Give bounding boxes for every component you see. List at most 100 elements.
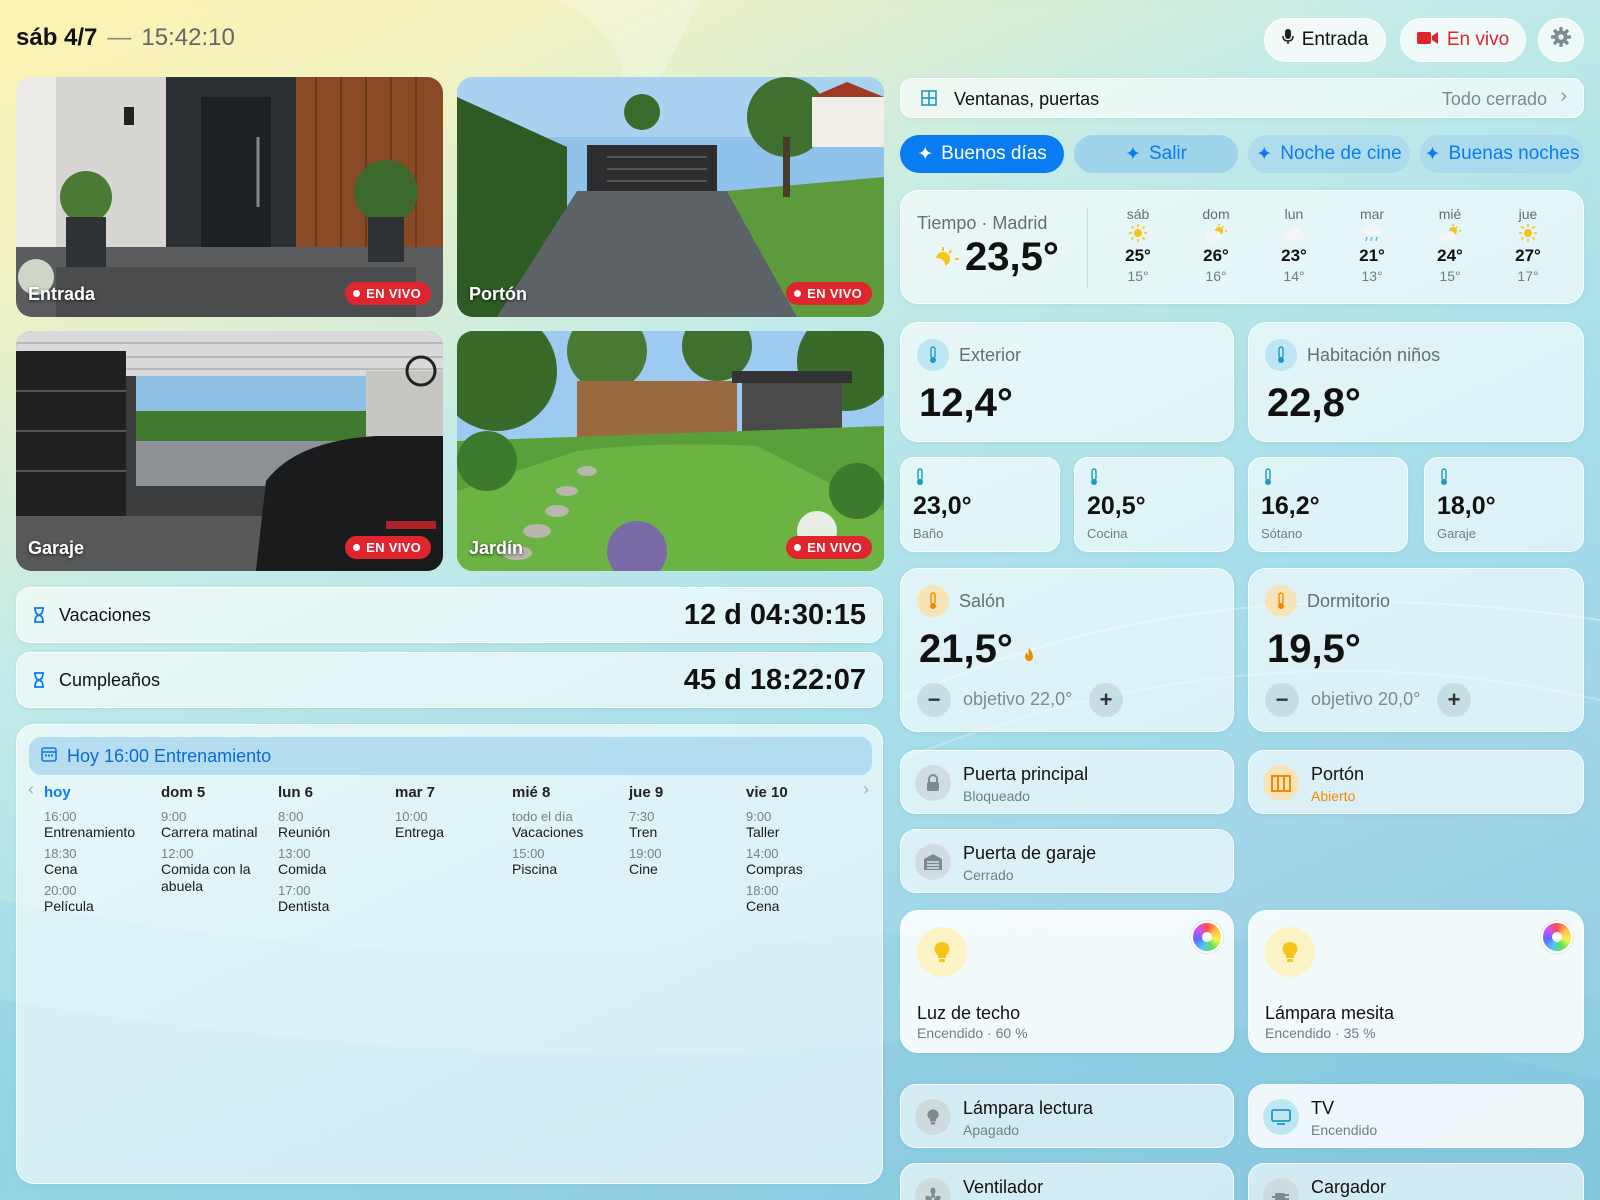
calendar-event[interactable]: 14:00 Compras <box>746 846 862 878</box>
calendar-event[interactable]: 8:00 Reunión <box>278 809 394 841</box>
weather-divider <box>1087 207 1088 289</box>
live-badge: EN VIVO <box>786 282 872 305</box>
calendar-event[interactable]: 9:00 Taller <box>746 809 862 841</box>
sensor-garaje[interactable]: 18,0° Garaje <box>1424 457 1584 552</box>
sensor-value: 22,8° <box>1267 381 1361 425</box>
decrease-button[interactable]: − <box>1265 683 1299 717</box>
video-camera-icon <box>1416 29 1439 51</box>
flame-icon <box>1023 647 1035 668</box>
device-ventilador[interactable]: Ventilador <box>900 1163 1234 1200</box>
calendar-event[interactable]: 17:00 Dentista <box>278 883 394 915</box>
sensor-exterior[interactable]: Exterior 12,4° <box>900 322 1234 442</box>
calendar-day-mar: mar 7 10:00 Entrega <box>395 784 511 846</box>
device-title: Lámpara mesita <box>1265 1003 1395 1023</box>
device-title: Portón <box>1311 764 1365 784</box>
calendar-event[interactable]: 13:00 Comida <box>278 846 394 878</box>
plug-icon <box>1263 1178 1299 1200</box>
calendar-day-jue: jue 9 7:30 Tren 19:00 Cine <box>629 784 745 883</box>
thermostat-dormitorio[interactable]: Dormitorio 19,5° − objetivo 20,0° + <box>1248 568 1584 732</box>
calendar-day-lun: lun 6 8:00 Reunión 13:00 Comida 17:00 Denti… <box>278 784 394 920</box>
thermometer-icon <box>1439 468 1449 491</box>
calendar-banner[interactable]: Hoy 16:00 Entrenamiento <box>29 737 872 775</box>
color-wheel-icon[interactable] <box>1191 921 1223 953</box>
header-datetime: sáb 4/7 — 15:42:10 <box>16 24 235 52</box>
scene-salir[interactable]: ✦ Salir <box>1074 135 1238 173</box>
thermostat-salon[interactable]: Salón 21,5° − objetivo 22,0° + <box>900 568 1234 732</box>
chevron-right-icon[interactable]: › <box>863 779 869 800</box>
sensor-habitacion-ninos[interactable]: Habitación niños 22,8° <box>1248 322 1584 442</box>
device-status: Cerrado <box>963 867 1014 883</box>
thermostat-label: Salón <box>959 591 1006 611</box>
lock-puerta-principal[interactable]: Puerta principal Bloqueado <box>900 750 1234 814</box>
calendar-event[interactable]: 10:00 Entrega <box>395 809 511 841</box>
scene-buenos-dias[interactable]: ✦ Buenos días <box>900 135 1064 173</box>
increase-button[interactable]: + <box>1089 683 1123 717</box>
thermometer-icon <box>1265 585 1297 617</box>
forecast-day: jue 27° 17° <box>1498 206 1558 284</box>
calendar-event[interactable]: 20:00 Película <box>44 883 160 915</box>
device-cargador[interactable]: Cargador <box>1248 1163 1584 1200</box>
forecast-day: mié 24° 15° <box>1420 206 1480 284</box>
device-status: Apagado <box>963 1122 1020 1138</box>
calendar-event[interactable]: 19:00 Cine <box>629 846 745 878</box>
thermometer-icon <box>915 468 925 491</box>
calendar-event[interactable]: 18:30 Cena <box>44 846 160 878</box>
device-status: Encendido · 35 % <box>1265 1025 1376 1041</box>
rain-icon <box>1342 222 1402 244</box>
sensor-value: 23,0° <box>913 492 972 520</box>
thermometer-icon <box>1263 468 1273 491</box>
sensor-sotano[interactable]: 16,2° Sótano <box>1248 457 1408 552</box>
device-title: Puerta principal <box>963 764 1089 784</box>
calendar-event[interactable]: 15:00 Piscina <box>512 846 628 878</box>
chevron-left-icon[interactable]: ‹ <box>28 779 34 800</box>
calendar-event[interactable]: 18:00 Cena <box>746 883 862 915</box>
scene-noche-de-cine[interactable]: ✦ Noche de cine <box>1248 135 1410 173</box>
calendar-event[interactable]: 12:00 Comida con la abuela <box>161 846 277 895</box>
weather-current-temp: 23,5° <box>965 235 1059 279</box>
calendar-event[interactable]: 7:30 Tren <box>629 809 745 841</box>
light-luz-de-techo[interactable]: Luz de techo Encendido · 60 % <box>900 910 1234 1053</box>
sensor-label: Baño <box>913 526 944 541</box>
decrease-button[interactable]: − <box>917 683 951 717</box>
calendar-day-vie: vie 10 9:00 Taller 14:00 Compras 18:00 Cena <box>746 784 862 920</box>
countdown-label: Vacaciones <box>59 605 151 625</box>
live-view-button[interactable]: En vivo <box>1400 18 1526 62</box>
calendar-day-name: jue 9 <box>629 784 664 801</box>
gear-icon <box>1550 26 1572 54</box>
calendar-event[interactable]: 9:00 Carrera matinal <box>161 809 277 841</box>
camera-entrada[interactable]: Entrada EN VIVO <box>16 77 443 317</box>
intercom-button-label: Entrada <box>1301 29 1369 50</box>
sensor-label: Sótano <box>1261 526 1303 541</box>
sensor-bano[interactable]: 23,0° Baño <box>900 457 1060 552</box>
countdown-value: 12 d 04:30:15 <box>683 599 866 631</box>
device-title: Lámpara lectura <box>963 1098 1094 1118</box>
camera-entrada-image <box>16 77 443 317</box>
increase-button[interactable]: + <box>1437 683 1471 717</box>
sun-icon <box>1108 222 1168 244</box>
calendar-day-name: lun 6 <box>278 784 314 801</box>
camera-garaje[interactable]: Garaje EN VIVO <box>16 331 443 571</box>
garage-door[interactable]: Puerta de garaje Cerrado <box>900 829 1234 893</box>
openings-row[interactable]: Ventanas, puertas Todo cerrado › <box>900 78 1584 118</box>
device-lampara-lectura[interactable]: Lámpara lectura Apagado <box>900 1084 1234 1148</box>
camera-jardin[interactable]: Jardín EN VIVO <box>457 331 884 571</box>
thermometer-icon <box>917 585 949 617</box>
gate-porton[interactable]: Portón Abierto <box>1248 750 1584 814</box>
countdown-label: Cumpleaños <box>59 670 161 690</box>
fan-icon <box>915 1178 951 1200</box>
camera-porton[interactable]: Portón EN VIVO <box>457 77 884 317</box>
scene-buenas-noches[interactable]: ✦ Buenas noches <box>1420 135 1584 173</box>
countdown-vacaciones: Vacaciones 12 d 04:30:15 <box>16 587 883 643</box>
sensor-cocina[interactable]: 20,5° Cocina <box>1074 457 1234 552</box>
color-wheel-icon[interactable] <box>1541 921 1573 953</box>
light-lampara-mesita[interactable]: Lámpara mesita Encendido · 35 % <box>1248 910 1584 1053</box>
chevron-right-icon: › <box>1560 85 1567 107</box>
device-title: Puerta de garaje <box>963 843 1097 863</box>
calendar-event[interactable]: todo el día Vacaciones <box>512 809 628 841</box>
forecast-day: sáb 25° 15° <box>1108 206 1168 284</box>
settings-button[interactable] <box>1538 18 1584 62</box>
calendar-event[interactable]: 16:00 Entrenamiento <box>44 809 160 841</box>
thermostat-value: 21,5° <box>919 627 1013 671</box>
device-tv[interactable]: TV Encendido <box>1248 1084 1584 1148</box>
intercom-button[interactable]: Entrada <box>1264 18 1386 62</box>
